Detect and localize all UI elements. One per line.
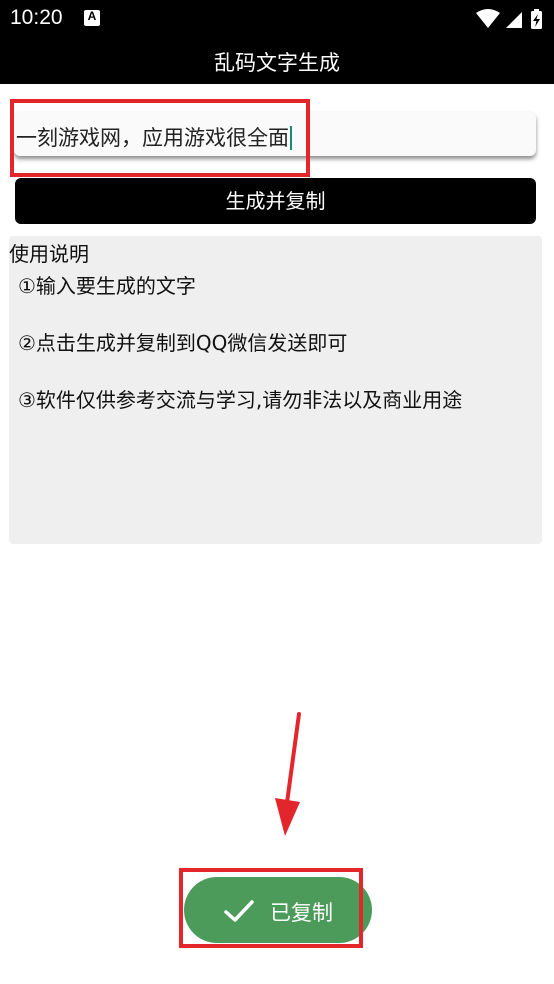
instruction-line: ③软件仅供参考交流与学习,请勿非法以及商业用途 [18, 388, 463, 412]
highlight-box-input [10, 99, 310, 177]
instruction-line: ②点击生成并复制到QQ微信发送即可 [18, 331, 348, 355]
wifi-icon [476, 9, 500, 28]
cellular-signal-icon [506, 12, 522, 28]
notification-icon: A [84, 9, 100, 26]
instruction-line: ①输入要生成的文字 [18, 274, 196, 298]
status-bar: 10:20 A [0, 0, 554, 38]
instructions-title: 使用说明 [9, 242, 89, 266]
page-title: 乱码文字生成 [214, 51, 340, 75]
app-bar: 乱码文字生成 [0, 38, 554, 84]
generate-copy-button[interactable]: 生成并复制 [15, 178, 536, 224]
status-icons [476, 9, 542, 29]
highlight-box-toast [179, 868, 363, 948]
status-time: 10:20 [10, 6, 63, 29]
arrow-icon [275, 712, 301, 836]
